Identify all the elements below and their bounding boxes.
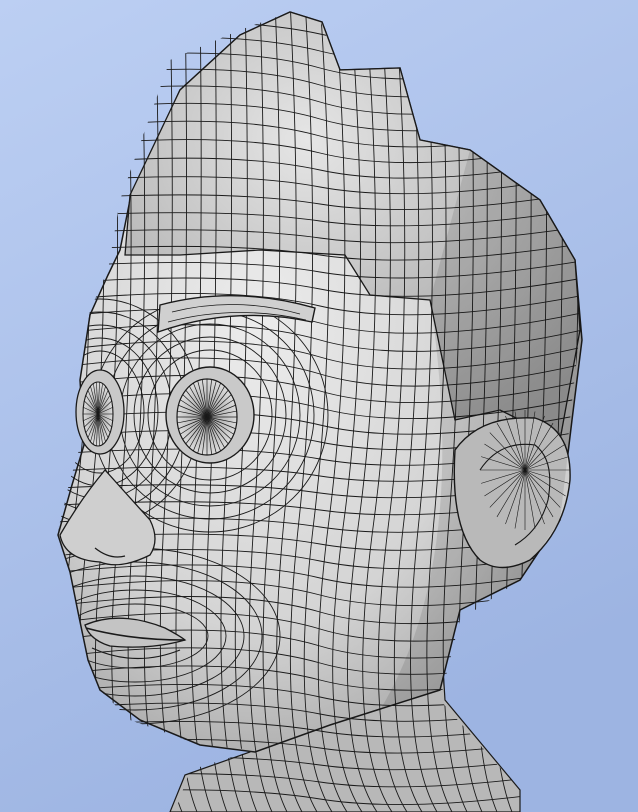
eye-right bbox=[165, 366, 255, 464]
model-render bbox=[0, 0, 638, 812]
eye-left bbox=[75, 369, 125, 455]
3d-viewport[interactable] bbox=[0, 0, 638, 812]
